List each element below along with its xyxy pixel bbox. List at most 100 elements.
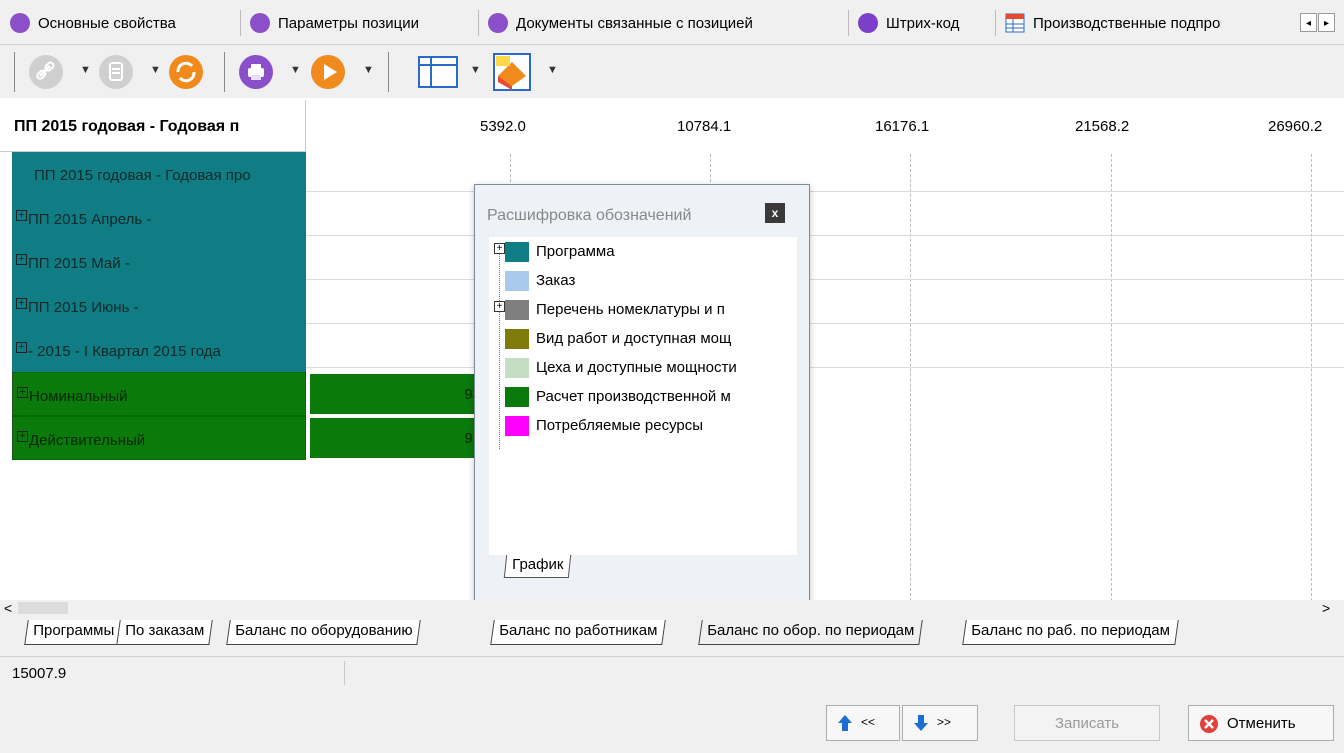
- expand-icon[interactable]: +: [17, 431, 28, 442]
- legend-item[interactable]: + Программа: [489, 241, 797, 263]
- gantt-bar-actual[interactable]: 91: [310, 418, 485, 458]
- expand-icon[interactable]: +: [494, 243, 505, 254]
- top-tab-bar: Основные свойства Параметры позиции Доку…: [0, 0, 1344, 45]
- expand-icon[interactable]: +: [16, 298, 27, 309]
- legend-item[interactable]: Заказ: [489, 270, 797, 292]
- table-layout-icon[interactable]: [418, 56, 458, 88]
- tab-label: Параметры позиции: [278, 14, 420, 32]
- barcode-icon: [858, 13, 878, 33]
- position-params-icon: [250, 13, 270, 33]
- legend-item[interactable]: Расчет производственной м: [489, 386, 797, 408]
- chevron-down-icon[interactable]: ▼: [80, 64, 91, 76]
- legend-swatch: [505, 416, 529, 436]
- axis-tick-label: 10784.1: [677, 118, 732, 135]
- table-row[interactable]: + ПП 2015 Июнь -: [12, 284, 306, 328]
- legend-label: Перечень номеклатуры и п: [536, 301, 725, 318]
- expand-icon[interactable]: +: [16, 342, 27, 353]
- arrow-up-icon: [838, 715, 852, 731]
- tab-production[interactable]: Производственные подпро: [1005, 10, 1255, 36]
- row-label: ПП 2015 Июнь -: [28, 299, 139, 316]
- properties-icon: [10, 13, 30, 33]
- tab-position-params[interactable]: Параметры позиции: [250, 10, 419, 36]
- legend-item[interactable]: Вид работ и доступная мощ: [489, 328, 797, 350]
- chevron-down-icon[interactable]: ▼: [290, 64, 301, 76]
- link-icon[interactable]: [28, 54, 64, 90]
- row-label: Действительный: [29, 432, 146, 449]
- legend-title: Расшифровка обозначений: [487, 207, 692, 224]
- tab-scroll-left[interactable]: ◂: [1300, 13, 1317, 32]
- expand-icon[interactable]: +: [16, 254, 27, 265]
- grid-line: [1311, 154, 1312, 606]
- chevron-down-icon[interactable]: ▼: [363, 64, 374, 76]
- legend-swatch: [505, 387, 529, 407]
- gantt-bar-nominal[interactable]: 93: [310, 374, 485, 414]
- chevron-down-icon[interactable]: ▼: [470, 64, 481, 76]
- table-row[interactable]: ПП 2015 годовая - Годовая про: [12, 152, 306, 196]
- tab-workers-by-periods[interactable]: Баланс по раб. по периодам: [962, 620, 1179, 645]
- next-button[interactable]: >>: [902, 705, 978, 741]
- cancel-icon: [1200, 715, 1218, 733]
- axis-tick-label: 26960.2: [1268, 118, 1323, 135]
- table-row[interactable]: + - 2015 - I Квартал 2015 года: [12, 328, 306, 372]
- table-row[interactable]: + ПП 2015 Апрель -: [12, 196, 306, 240]
- table-row[interactable]: + Действительный: [12, 416, 306, 460]
- expand-icon[interactable]: +: [17, 387, 28, 398]
- legend-label: Расчет производственной м: [536, 388, 731, 405]
- legend-swatch: [505, 358, 529, 378]
- print-icon[interactable]: [238, 54, 274, 90]
- table-row[interactable]: + Номинальный: [12, 372, 306, 416]
- tab-label: Штрих-код: [886, 14, 960, 32]
- tab-label: Производственные подпро: [1033, 14, 1221, 32]
- legend-item[interactable]: + Перечень номеклатуры и п: [489, 299, 797, 321]
- tab-workers-balance[interactable]: Баланс по работникам: [490, 620, 666, 645]
- documents-icon: [488, 13, 508, 33]
- row-label: - 2015 - I Квартал 2015 года: [28, 343, 221, 360]
- chart-color-icon[interactable]: [492, 52, 532, 92]
- expand-icon[interactable]: +: [16, 210, 27, 221]
- scroll-right-icon[interactable]: >: [1322, 600, 1330, 616]
- axis-tick-label: 21568.2: [1075, 118, 1130, 135]
- horizontal-scrollbar[interactable]: < >: [0, 600, 1344, 618]
- legend-swatch: [505, 242, 529, 262]
- legend-swatch: [505, 271, 529, 291]
- grid-header-title: ПП 2015 годовая - Годовая п: [14, 118, 240, 135]
- play-icon[interactable]: [310, 54, 346, 90]
- expand-icon[interactable]: +: [494, 301, 505, 312]
- status-bar: 15007.9: [0, 656, 1344, 689]
- cancel-button[interactable]: Отменить: [1188, 705, 1334, 741]
- bottom-tabs: Программы По заказам Баланс по оборудова…: [0, 618, 1344, 648]
- save-button[interactable]: Записать: [1014, 705, 1160, 741]
- grid-header-cell: ПП 2015 годовая - Годовая п: [0, 100, 306, 152]
- tab-scroll-right[interactable]: ▸: [1318, 13, 1335, 32]
- tab-barcode[interactable]: Штрих-код: [858, 10, 959, 36]
- close-icon[interactable]: x: [765, 203, 785, 223]
- legend-swatch: [505, 300, 529, 320]
- production-grid-icon: [1005, 13, 1025, 33]
- arrow-down-icon: [914, 715, 928, 731]
- legend-item[interactable]: Потребляемые ресурсы: [489, 415, 797, 437]
- row-label: ПП 2015 Апрель -: [28, 211, 152, 228]
- chevron-down-icon[interactable]: ▼: [547, 64, 558, 76]
- tab-graph[interactable]: График: [503, 555, 572, 578]
- status-value: 15007.9: [12, 665, 67, 682]
- tab-equipment-by-periods[interactable]: Баланс по обор. по периодам: [698, 620, 923, 645]
- table-row[interactable]: + ПП 2015 Май -: [12, 240, 306, 284]
- legend-tabs: График: [489, 555, 797, 581]
- row-label: ПП 2015 годовая - Годовая про: [34, 167, 251, 184]
- tab-equipment-balance[interactable]: Баланс по оборудованию: [226, 620, 422, 645]
- tab-main-properties[interactable]: Основные свойства: [10, 10, 176, 36]
- legend-list: + Программа Заказ + Перечень номеклатуры…: [489, 237, 797, 555]
- tab-related-documents[interactable]: Документы связанные с позицией: [488, 10, 753, 36]
- scroll-left-icon[interactable]: <: [4, 600, 12, 616]
- grid-line: [1111, 154, 1112, 606]
- tab-by-orders[interactable]: По заказам: [116, 620, 213, 645]
- tab-label: Основные свойства: [38, 14, 176, 32]
- prev-button[interactable]: <<: [826, 705, 900, 741]
- document-icon[interactable]: [98, 54, 134, 90]
- axis-tick-label: 5392.0: [480, 118, 526, 135]
- refresh-icon[interactable]: [168, 54, 204, 90]
- legend-item[interactable]: Цеха и доступные мощности: [489, 357, 797, 379]
- chevron-down-icon[interactable]: ▼: [150, 64, 161, 76]
- scroll-thumb[interactable]: [18, 602, 68, 614]
- tab-programs[interactable]: Программы: [24, 620, 123, 645]
